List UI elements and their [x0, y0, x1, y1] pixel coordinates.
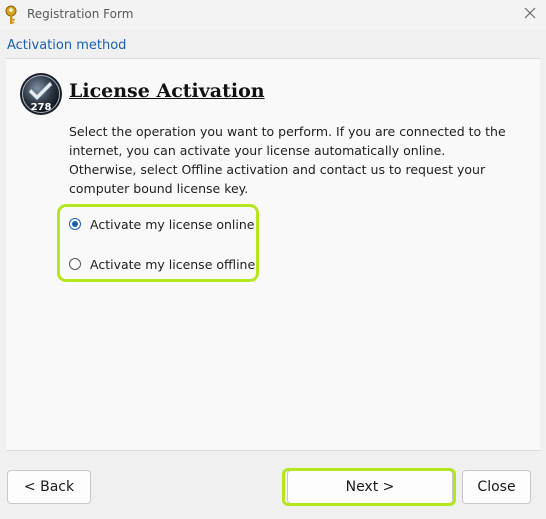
title-bar: Registration Form	[0, 0, 546, 30]
badge-number: 278	[31, 102, 52, 113]
divider	[6, 450, 540, 451]
radio-button-online[interactable]	[69, 218, 81, 230]
close-button[interactable]: Close	[462, 470, 531, 504]
radio-activate-offline[interactable]: Activate my license offline	[69, 254, 255, 274]
page-heading: License Activation	[69, 80, 265, 102]
window-title: Registration Form	[27, 7, 134, 21]
radio-label-offline: Activate my license offline	[90, 256, 256, 272]
next-button[interactable]: Next >	[287, 470, 453, 504]
radio-button-offline[interactable]	[69, 258, 81, 270]
checkmark-badge-icon: 278	[20, 73, 62, 115]
close-icon[interactable]	[522, 5, 538, 21]
radio-label-online: Activate my license online	[90, 216, 255, 232]
key-icon	[5, 5, 17, 24]
section-label: Activation method	[7, 38, 127, 53]
radio-activate-online[interactable]: Activate my license online	[69, 214, 254, 234]
description-text: Select the operation you want to perform…	[69, 124, 506, 196]
back-button[interactable]: < Back	[7, 470, 91, 504]
